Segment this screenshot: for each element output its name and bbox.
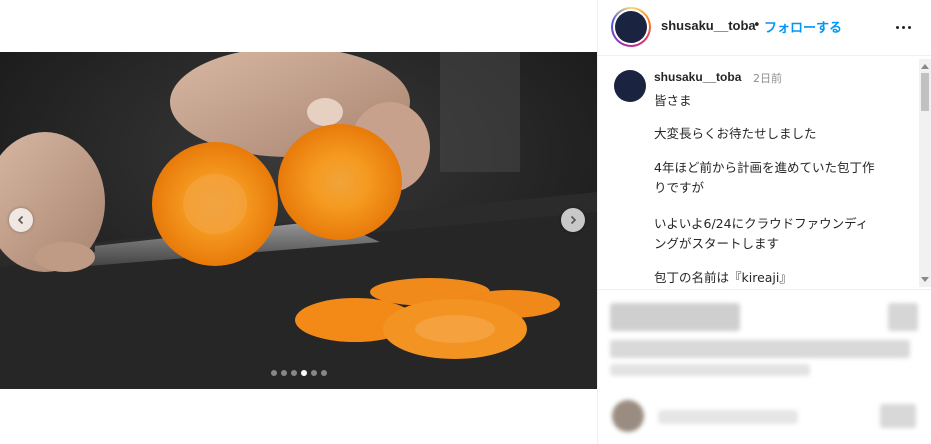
blurred-action-icons (610, 303, 740, 331)
carousel-dot (280, 370, 287, 376)
carousel-dot (290, 370, 297, 376)
more-horizontal-icon (896, 25, 899, 29)
carrot-cutting-photo (0, 52, 597, 389)
blurred-comment-input (658, 410, 798, 424)
blurred-post-button (880, 404, 916, 428)
carousel-prev-button[interactable] (9, 208, 33, 232)
chevron-right-icon (570, 215, 577, 225)
carousel-dot (310, 370, 317, 376)
caption-line: 包丁の名前は『kireaji』 (654, 270, 792, 285)
caption-avatar[interactable] (614, 70, 646, 102)
caption-line: ングがスタートします (654, 236, 780, 251)
more-options-button[interactable] (896, 17, 916, 37)
carousel-next-button[interactable] (561, 208, 585, 232)
carousel-dots (0, 370, 597, 376)
post-photo[interactable] (0, 52, 597, 389)
caption-line: いよいよ6/24にクラウドファウンディ (654, 216, 869, 231)
blurred-likes-text (610, 340, 910, 358)
post-header: shusaku__toba • フォローする (598, 0, 931, 56)
header-separator: • (753, 18, 761, 33)
header-avatar[interactable] (611, 7, 651, 47)
caption-line: 大変長らくお待たせしました (654, 126, 817, 141)
blurred-save-icon (888, 303, 918, 331)
scroll-down-arrow-icon[interactable] (921, 277, 929, 282)
caption-line: 4年ほど前から計画を進めていた包丁作 (654, 160, 875, 175)
blurred-date-text (610, 364, 810, 376)
header-username[interactable]: shusaku__toba (661, 18, 756, 33)
post-side-panel: shusaku__toba • フォローする shusaku__toba 2日前… (597, 0, 931, 444)
caption-line: 皆さま (654, 93, 692, 108)
divider (598, 289, 931, 290)
carousel-dot (270, 370, 277, 376)
caption-area: shusaku__toba 2日前 皆さま 大変長らくお待たせしました 4年ほど… (598, 57, 931, 289)
blurred-commenter-avatar (612, 400, 644, 432)
scroll-up-arrow-icon[interactable] (921, 64, 929, 69)
chevron-left-icon (17, 215, 24, 225)
caption-line: りですが (654, 180, 705, 195)
caption-scrollbar[interactable] (919, 59, 931, 287)
post-media (0, 0, 597, 444)
scroll-thumb[interactable] (921, 73, 929, 111)
carousel-dot (320, 370, 327, 376)
caption-username[interactable]: shusaku__toba (654, 70, 741, 84)
follow-button[interactable]: フォローする (764, 17, 842, 36)
caption-timestamp[interactable]: 2日前 (753, 70, 782, 86)
carousel-dot (300, 370, 307, 376)
